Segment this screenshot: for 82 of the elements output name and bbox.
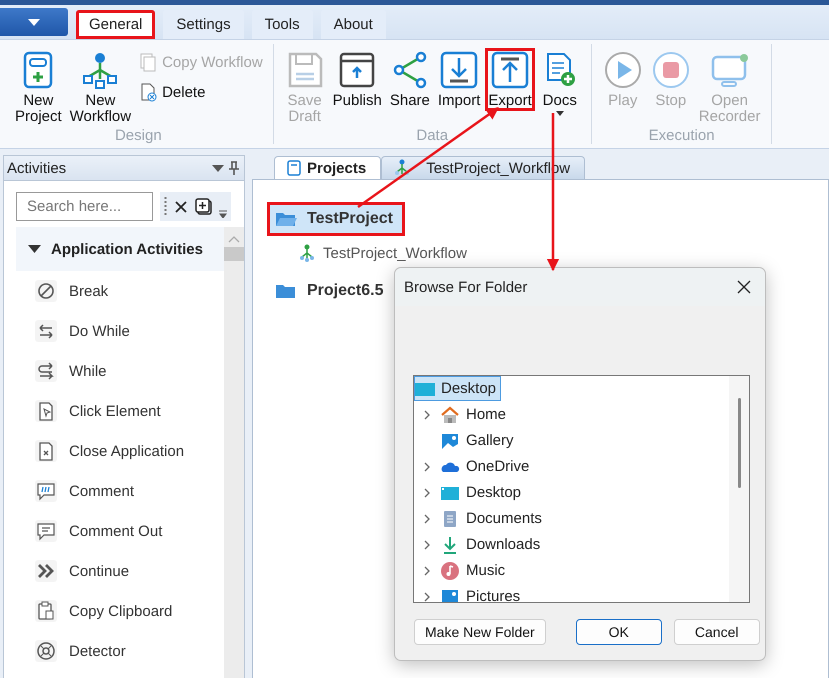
disc-icon (35, 640, 57, 662)
dropdown-icon[interactable] (212, 164, 224, 172)
ribbon-tab[interactable]: General (76, 10, 156, 39)
music-icon (440, 560, 460, 580)
grip-icon (164, 196, 167, 218)
cursor-document-icon (35, 400, 57, 422)
caret-icon (556, 111, 564, 116)
double-chevron-icon (35, 560, 57, 582)
tree-node[interactable]: Project6.5 (267, 274, 396, 308)
collapse-icon (28, 245, 41, 253)
dialog-title: Browse For Folder (404, 278, 528, 296)
monitor-icon (415, 380, 435, 396)
dialog-button[interactable]: Cancel (674, 619, 760, 645)
scrollbar[interactable] (224, 227, 244, 678)
overflow-icon[interactable] (219, 210, 227, 218)
copy-icon (138, 52, 158, 72)
ribbon-button[interactable]: New Workflow (66, 48, 134, 127)
flowchart-icon (299, 244, 315, 262)
folder-item[interactable]: Home (466, 406, 506, 423)
activity-item[interactable]: Break (69, 282, 108, 300)
add-icon[interactable] (195, 198, 213, 216)
play-icon (602, 50, 643, 90)
folder-item[interactable]: OneDrive (466, 458, 530, 475)
ribbon-button[interactable]: Share (386, 48, 433, 111)
close-icon[interactable] (737, 280, 751, 294)
scrollbar[interactable] (729, 376, 749, 602)
upload-icon (490, 50, 530, 90)
search-field[interactable]: Search here... (16, 192, 153, 221)
ribbon-button[interactable]: New Project (12, 48, 65, 127)
ribbon-tab[interactable]: About (320, 10, 386, 39)
pin-icon[interactable] (228, 161, 240, 175)
folder-item[interactable]: Desktop (414, 376, 502, 401)
ribbon-button[interactable]: Docs (536, 48, 583, 118)
no-entry-icon (35, 280, 57, 302)
activity-item[interactable]: Copy Clipboard (69, 602, 172, 620)
panel-title: Activities (7, 160, 68, 176)
ribbon-button[interactable]: Delete (136, 80, 265, 104)
ribbon-button[interactable]: Publish (330, 48, 385, 111)
tree-node[interactable]: TestProject (267, 202, 405, 236)
activity-item[interactable]: While (69, 362, 107, 380)
category-header[interactable]: Application Activities (16, 227, 224, 271)
document-icon (287, 160, 301, 176)
ribbon-button[interactable]: Export (485, 48, 535, 111)
group-label: Data (416, 127, 448, 146)
ribbon-button[interactable]: Import (434, 48, 484, 111)
app-menu-button[interactable] (0, 8, 68, 36)
folder-item[interactable]: Desktop (466, 484, 522, 501)
activity-item[interactable]: Close Application (69, 442, 184, 460)
folder-item[interactable]: Pictures (466, 588, 520, 602)
comment-icon (35, 520, 57, 542)
folder-icon (275, 211, 297, 227)
home-icon (440, 404, 460, 424)
dialog-button[interactable]: Make New Folder (414, 619, 546, 645)
folder-item[interactable]: Music (466, 562, 506, 579)
activity-item[interactable]: Detector (69, 642, 126, 660)
close-document-icon (35, 440, 57, 462)
group-label: Design (114, 127, 162, 146)
flowchart-icon (394, 159, 410, 177)
comment-icon (35, 480, 57, 502)
close-icon[interactable] (173, 198, 189, 214)
folder-item[interactable]: Downloads (466, 536, 540, 553)
activity-item[interactable]: Comment (69, 482, 134, 500)
stop-icon (650, 50, 691, 90)
activity-item[interactable]: Click Element (69, 402, 161, 420)
download-icon (439, 50, 480, 90)
group-label: Execution (648, 127, 715, 146)
dialog-button[interactable]: OK (576, 619, 662, 645)
activity-item[interactable]: Do While (69, 322, 130, 340)
swap-arrows-icon (35, 320, 57, 342)
ribbon-tab[interactable]: Tools (252, 10, 313, 39)
caret-icon (28, 18, 40, 26)
document-tab[interactable]: Projects (274, 156, 382, 179)
ribbon-tab[interactable]: Settings (163, 10, 244, 39)
scrollbar-thumb[interactable] (224, 247, 244, 261)
folder-icon (275, 283, 297, 299)
folder-item[interactable]: Gallery (466, 432, 514, 449)
window-upload-icon (337, 50, 378, 90)
activity-item[interactable]: Comment Out (69, 522, 162, 540)
tree-node[interactable]: TestProject_Workflow (299, 244, 828, 262)
folder-item[interactable]: Documents (466, 510, 542, 527)
activity-item[interactable]: Continue (69, 562, 130, 580)
clipboard-icon (35, 600, 57, 622)
